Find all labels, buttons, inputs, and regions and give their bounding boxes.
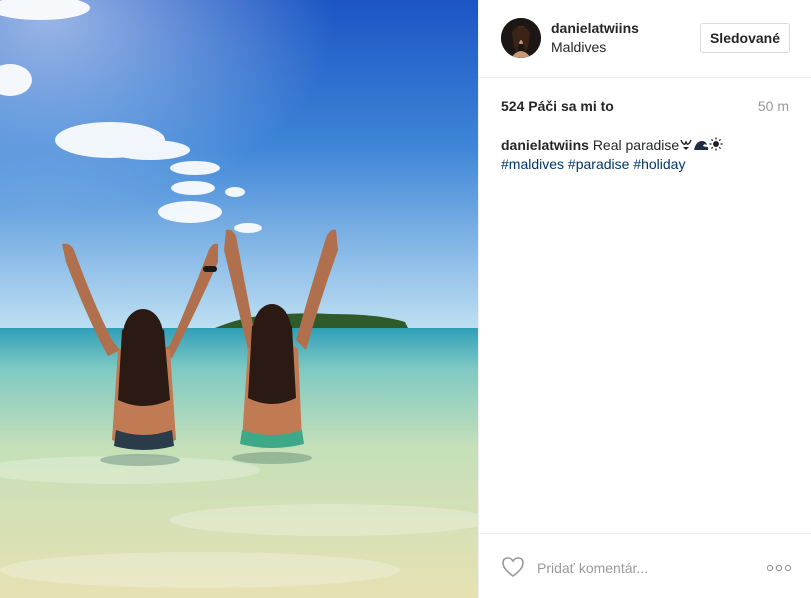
header-location[interactable]: Maldives [551,39,606,55]
post-footer [479,533,811,598]
header-username[interactable]: danielatwiins [551,20,639,36]
following-button[interactable]: Sledované [699,23,790,53]
caption: danielatwiins Real paradise #maldives #p… [501,136,789,173]
wave-icon [693,137,709,155]
post-sidebar: danielatwiins Maldives Sledované 524 Páč… [478,0,811,598]
comment-input[interactable] [535,555,739,581]
avatar-image [501,18,541,58]
more-options-icon[interactable] [766,564,792,572]
hashtag-link[interactable]: #paradise [568,156,630,172]
avatar[interactable] [501,18,541,58]
caption-text: Real paradise [592,137,680,153]
post-time[interactable]: 50 m [758,98,789,114]
post-header: danielatwiins Maldives Sledované [479,0,811,78]
hashtag-link[interactable]: #holiday [633,156,685,172]
likes-count[interactable]: 524 Páči sa mi to [501,98,614,114]
bikini-icon [679,137,693,155]
post-container: danielatwiins Maldives Sledované 524 Páč… [0,0,811,598]
beach-photo [0,0,478,598]
post-photo[interactable] [0,0,478,598]
heart-icon[interactable] [501,556,525,578]
caption-line: danielatwiins Real paradise [501,136,789,155]
caption-username[interactable]: danielatwiins [501,137,589,153]
likes-row: 524 Páči sa mi to 50 m [501,98,789,116]
caption-hashtags: #maldives #paradise #holiday [501,155,789,173]
sun-icon [709,137,723,155]
hashtag-link[interactable]: #maldives [501,156,564,172]
